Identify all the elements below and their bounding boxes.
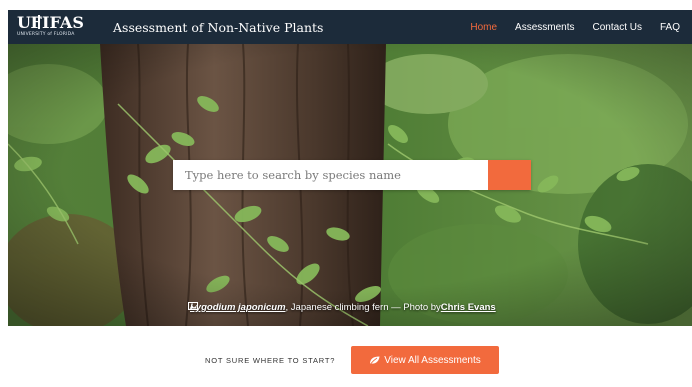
species-search-bar — [173, 160, 531, 190]
nav-contact-us[interactable]: Contact Us — [593, 22, 642, 33]
species-search-input[interactable] — [173, 160, 488, 190]
main-nav: Home Assessments Contact Us FAQ — [452, 22, 680, 33]
view-all-assessments-button[interactable]: View All Assessments — [351, 346, 499, 374]
call-to-action: NOT SURE WHERE TO START? View All Assess… — [8, 326, 692, 387]
start-prompt: NOT SURE WHERE TO START? — [205, 356, 336, 365]
photographer-link[interactable]: Chris Evans — [441, 302, 496, 313]
nav-home[interactable]: Home — [470, 22, 497, 33]
logo-subtext: UNIVERSITY of FLORIDA — [17, 32, 75, 37]
leaf-icon — [369, 356, 380, 365]
logo-ifas-text: IFAS — [42, 13, 84, 32]
hero-banner: Lygodium japonicum , Japanese climbing f… — [8, 44, 692, 326]
photo-caption: Lygodium japonicum , Japanese climbing f… — [188, 302, 496, 313]
search-button[interactable] — [173, 160, 531, 190]
nav-assessments[interactable]: Assessments — [515, 22, 574, 33]
site-title[interactable]: Assessment of Non-Native Plants — [113, 20, 323, 35]
caption-text: , Japanese climbing fern — Photo by — [285, 302, 441, 313]
logo-divider — [38, 15, 40, 29]
uf-ifas-logo[interactable]: UF IFAS UNIVERSITY of FLORIDA — [17, 10, 103, 44]
top-margin — [0, 0, 692, 10]
view-all-label: View All Assessments — [384, 354, 481, 366]
nav-faq[interactable]: FAQ — [660, 22, 680, 33]
page: UF IFAS UNIVERSITY of FLORIDA Assessment… — [0, 0, 692, 387]
species-link[interactable]: Lygodium japonicum — [190, 302, 286, 313]
site-header: UF IFAS UNIVERSITY of FLORIDA Assessment… — [8, 10, 692, 44]
